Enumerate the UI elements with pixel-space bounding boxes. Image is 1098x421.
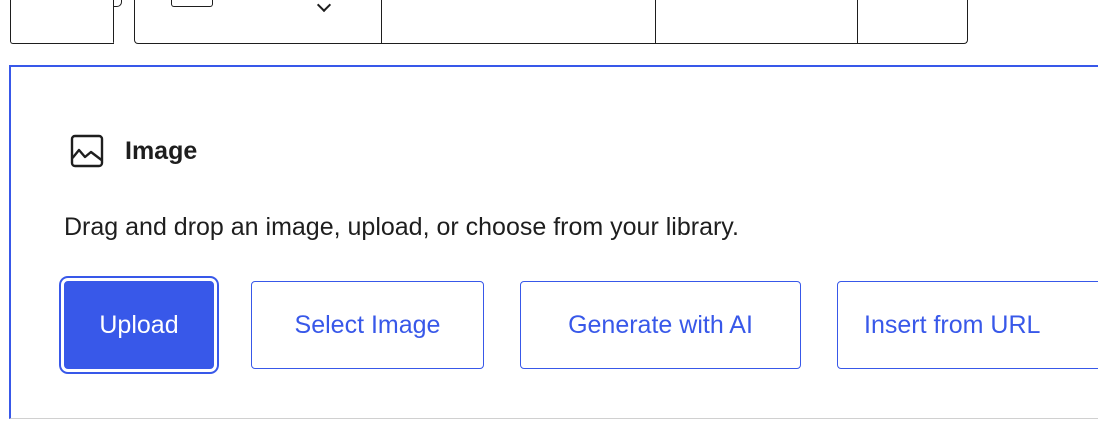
toolbar-parent-selector[interactable] <box>10 0 122 44</box>
toolbar-divider <box>381 0 382 43</box>
toolbar-divider <box>857 0 858 43</box>
block-toolbar <box>0 0 1098 46</box>
select-image-button[interactable]: Select Image <box>251 281 484 369</box>
editor-canvas: Image Drag and drop an image, upload, or… <box>0 0 1098 421</box>
placeholder-title: Image <box>125 136 198 165</box>
chevron-down-icon[interactable] <box>316 0 332 13</box>
placeholder-instructions: Drag and drop an image, upload, or choos… <box>64 213 739 241</box>
block-type-icon[interactable] <box>171 0 213 7</box>
generate-with-ai-button[interactable]: Generate with AI <box>520 281 801 369</box>
toolbar-group <box>134 0 968 44</box>
upload-button[interactable]: Upload <box>64 281 214 369</box>
image-block-placeholder[interactable]: Image Drag and drop an image, upload, or… <box>9 65 1098 419</box>
placeholder-header: Image <box>69 133 197 169</box>
toolbar-divider <box>655 0 656 43</box>
image-icon <box>70 134 104 168</box>
toolbar-separator <box>113 0 122 7</box>
insert-from-url-button[interactable]: Insert from URL <box>837 281 1098 369</box>
